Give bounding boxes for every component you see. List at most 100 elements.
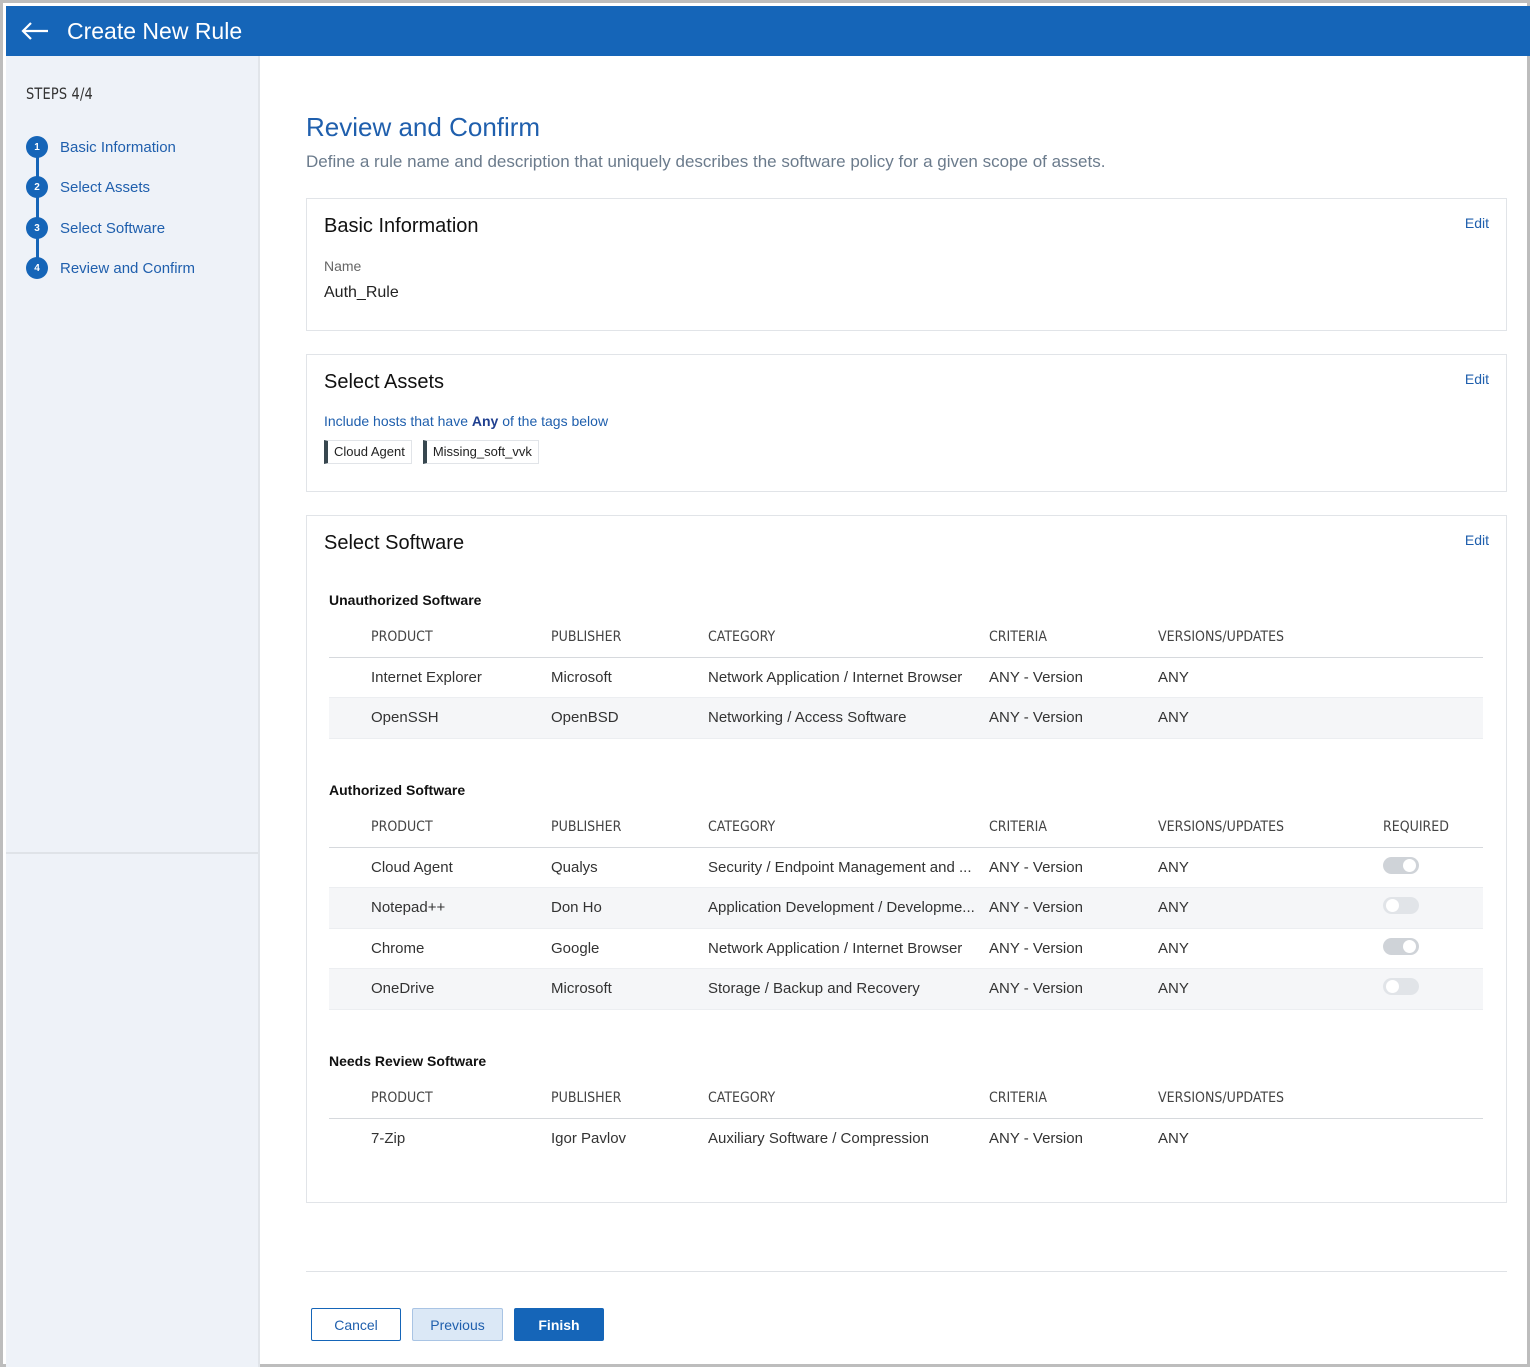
- criteria-cell: ANY - Version: [989, 1130, 1083, 1147]
- product-cell: OneDrive: [371, 968, 551, 1009]
- needs-review-software-table: PRODUCT PUBLISHER CATEGORY CRITERIA VERS…: [329, 1078, 1483, 1159]
- required-toggle[interactable]: [1383, 978, 1419, 996]
- spacer-cell: [329, 887, 371, 928]
- criteria-cell: ANY - Version: [989, 968, 1158, 1009]
- finish-button[interactable]: Finish: [514, 1308, 604, 1341]
- category-cell: Application Development / Developme...: [708, 887, 989, 928]
- spacer-cell: [329, 697, 371, 738]
- include-match-mode: Any: [471, 413, 499, 429]
- table-header-row: PRODUCT PUBLISHER CATEGORY CRITERIA VERS…: [329, 807, 1483, 848]
- cancel-button[interactable]: Cancel: [311, 1308, 401, 1341]
- criteria-cell: ANY - Version: [989, 858, 1083, 876]
- column-publisher: PUBLISHER: [551, 807, 708, 848]
- spacer-column: [1383, 1078, 1483, 1119]
- versions-cell: ANY: [1158, 858, 1189, 876]
- category-cell: Storage / Backup and Recovery: [708, 968, 989, 1009]
- table-row: OneDrive Microsoft Storage / Backup and …: [329, 968, 1483, 1009]
- footer-divider: [306, 1271, 1507, 1272]
- asset-tags: Cloud Agent Missing_soft_vvk: [324, 440, 539, 464]
- spacer-cell: [1383, 1118, 1483, 1159]
- card-title: Basic Information: [324, 215, 479, 237]
- steps-connector-line: [36, 147, 39, 270]
- card-title: Select Software: [324, 532, 465, 554]
- tag-chip: Cloud Agent: [324, 440, 412, 464]
- versions-cell: ANY: [1158, 668, 1189, 686]
- spacer-cell: [329, 847, 371, 888]
- column-product: PRODUCT: [371, 617, 551, 658]
- toggle-knob: [1386, 899, 1399, 913]
- edit-select-assets-link[interactable]: Edit: [1465, 371, 1489, 387]
- column-criteria: CRITERIA: [989, 807, 1158, 848]
- table-row: OpenSSH OpenBSD Networking / Access Soft…: [329, 697, 1483, 738]
- required-toggle[interactable]: [1383, 897, 1419, 915]
- publisher-cell: Qualys: [551, 858, 598, 876]
- column-publisher: PUBLISHER: [551, 617, 708, 658]
- top-bar: Create New Rule: [6, 6, 1530, 56]
- column-versions: VERSIONS/UPDATES: [1158, 617, 1383, 658]
- step-label: Review and Confirm: [60, 259, 196, 277]
- page-description: Define a rule name and description that …: [306, 152, 1106, 171]
- category-cell: Auxiliary Software / Compression: [708, 1130, 929, 1147]
- authorized-software-title: Authorized Software: [329, 782, 466, 798]
- step-basic-information[interactable]: 1 Basic Information: [26, 136, 176, 158]
- card-title: Select Assets: [324, 371, 445, 393]
- back-button[interactable]: [6, 6, 64, 56]
- step-label: Select Software: [60, 219, 166, 237]
- category-cell: Network Application / Internet Browser: [708, 939, 963, 957]
- criteria-cell: ANY - Version: [989, 939, 1083, 957]
- include-suffix: of the tags below: [498, 413, 609, 429]
- steps-counter: STEPS 4/4: [26, 84, 93, 103]
- step-number: 1: [26, 136, 48, 158]
- spacer-column: [329, 1078, 371, 1119]
- column-product: PRODUCT: [371, 1078, 551, 1119]
- column-versions: VERSIONS/UPDATES: [1158, 807, 1383, 848]
- table-row: 7-Zip Igor Pavlov Auxiliary Software / C…: [329, 1118, 1483, 1159]
- table-header-row: PRODUCT PUBLISHER CATEGORY CRITERIA VERS…: [329, 617, 1483, 658]
- column-category: CATEGORY: [708, 617, 989, 658]
- required-cell: [1383, 968, 1483, 1009]
- step-select-software[interactable]: 3 Select Software: [26, 217, 165, 239]
- required-cell: [1383, 887, 1483, 928]
- publisher-cell: Microsoft: [551, 968, 708, 1009]
- authorized-software-table: PRODUCT PUBLISHER CATEGORY CRITERIA VERS…: [329, 807, 1483, 1010]
- edit-select-software-link[interactable]: Edit: [1465, 532, 1489, 548]
- step-review-and-confirm[interactable]: 4 Review and Confirm: [26, 257, 195, 279]
- table-header-row: PRODUCT PUBLISHER CATEGORY CRITERIA VERS…: [329, 1078, 1483, 1119]
- column-category: CATEGORY: [708, 1078, 989, 1119]
- steps-sidebar: STEPS 4/4 1 Basic Information 2 Select A…: [6, 56, 260, 1367]
- criteria-cell: ANY - Version: [989, 697, 1158, 738]
- column-criteria: CRITERIA: [989, 617, 1158, 658]
- arrow-left-icon: [21, 22, 48, 40]
- step-number: 4: [26, 257, 48, 279]
- needs-review-software-title: Needs Review Software: [329, 1053, 487, 1069]
- previous-button[interactable]: Previous: [412, 1308, 503, 1341]
- step-number: 2: [26, 176, 48, 198]
- main-content: Review and Confirm Define a rule name an…: [260, 56, 1530, 1367]
- select-software-card: Select Software Edit Unauthorized Softwa…: [306, 515, 1507, 1203]
- product-cell: Chrome: [371, 939, 425, 957]
- spacer-cell: [1383, 657, 1483, 698]
- edit-basic-information-link[interactable]: Edit: [1465, 215, 1489, 231]
- spacer-cell: [1383, 697, 1483, 738]
- basic-information-card: Basic Information Edit Name Auth_Rule: [306, 198, 1507, 331]
- table-row: Cloud Agent Qualys Security / Endpoint M…: [329, 847, 1483, 888]
- product-cell: Notepad++: [371, 887, 551, 928]
- spacer-column: [329, 617, 371, 658]
- versions-cell: ANY: [1158, 968, 1383, 1009]
- spacer-cell: [329, 928, 371, 969]
- column-required: REQUIRED: [1383, 807, 1483, 848]
- page-header-title: Create New Rule: [67, 17, 243, 44]
- criteria-cell: ANY - Version: [989, 668, 1083, 686]
- product-cell: OpenSSH: [371, 697, 551, 738]
- spacer-cell: [329, 657, 371, 698]
- steps-panel: STEPS 4/4 1 Basic Information 2 Select A…: [6, 56, 258, 854]
- column-versions: VERSIONS/UPDATES: [1158, 1078, 1383, 1119]
- tag-chip: Missing_soft_vvk: [422, 440, 539, 464]
- include-prefix: Include hosts that have: [324, 413, 472, 429]
- required-cell: [1383, 928, 1483, 969]
- publisher-cell: Don Ho: [551, 887, 708, 928]
- required-toggle[interactable]: [1383, 856, 1419, 874]
- required-toggle[interactable]: [1383, 937, 1419, 955]
- step-select-assets[interactable]: 2 Select Assets: [26, 176, 150, 198]
- name-value: Auth_Rule: [324, 284, 399, 301]
